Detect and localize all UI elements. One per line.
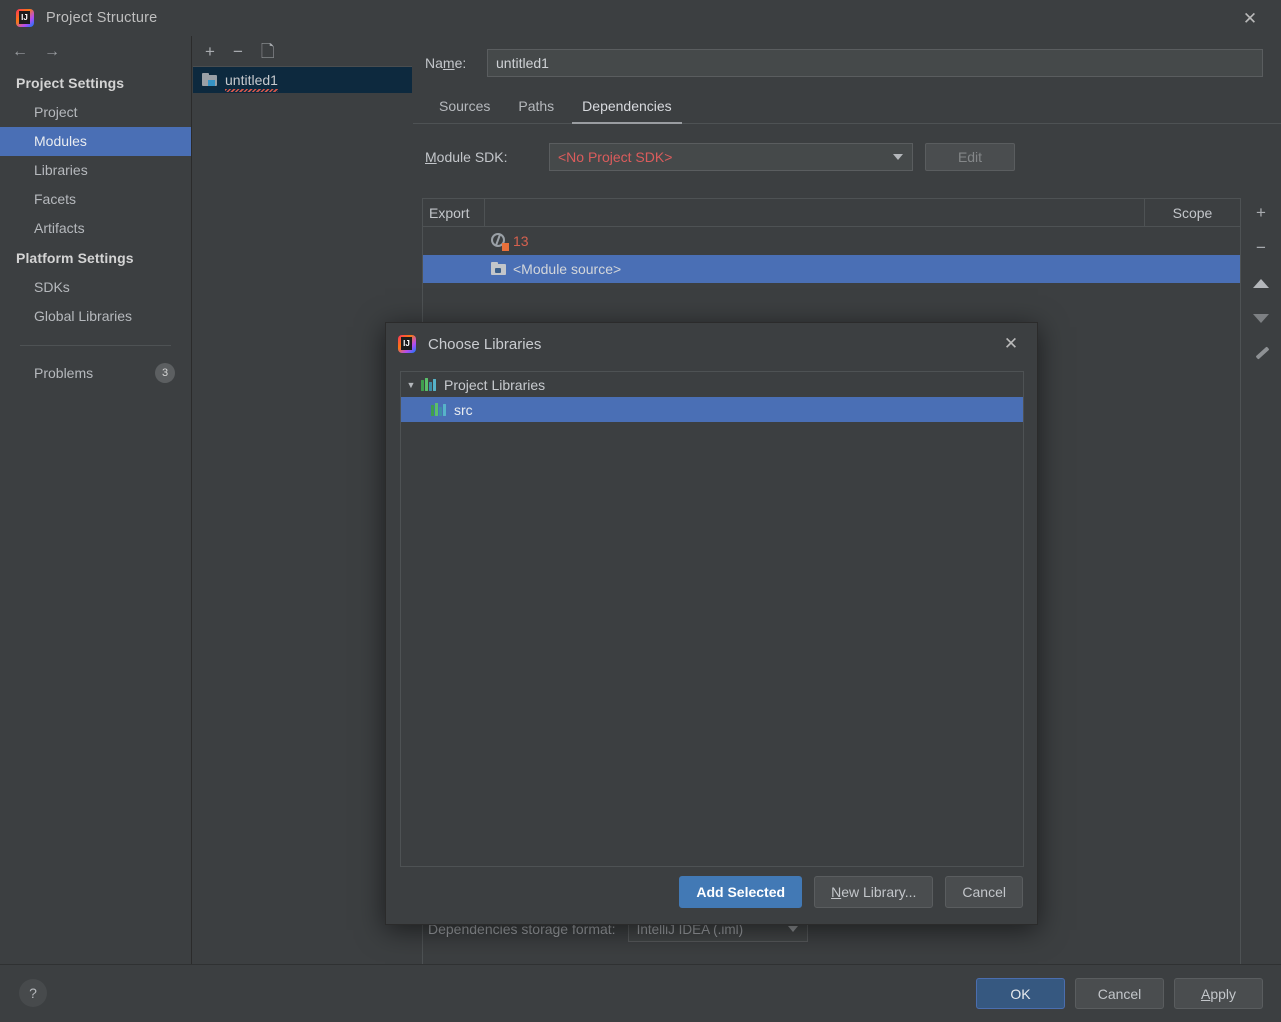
window-title: Project Structure [46,10,158,26]
dependencies-side-toolbar: + − [1241,198,1281,968]
module-list-toolbar: + − 🗋 [193,36,412,66]
sidebar-item-problems[interactable]: Problems 3 [0,358,191,388]
dialog-cancel-button[interactable]: Cancel [945,876,1023,908]
module-source-icon [485,262,513,276]
sdk-globe-warning-icon [485,233,513,251]
plus-icon[interactable]: + [1248,202,1274,224]
table-row[interactable]: <Module source> [423,255,1240,283]
new-library-button[interactable]: New Library... [814,876,934,908]
copy-icon[interactable]: 🗋 [261,43,275,60]
cancel-button[interactable]: Cancel [1075,978,1164,1009]
sidebar-item-project[interactable]: Project [0,98,191,127]
arrow-up-icon[interactable] [1248,272,1274,294]
library-icon [431,403,447,416]
tree-node-label: src [454,401,473,418]
project-structure-window: Project Structure ✕ ← → Project Settings… [0,0,1281,1022]
chevron-down-icon[interactable]: ▼ [401,380,421,390]
row-name: <Module source> [513,261,622,277]
arrow-right-icon[interactable]: → [44,44,60,60]
chevron-down-icon [893,154,903,160]
sidebar-item-sdks[interactable]: SDKs [0,273,191,302]
arrow-down-icon[interactable] [1248,307,1274,329]
column-header-export[interactable]: Export [423,199,485,226]
sidebar-item-global-libraries[interactable]: Global Libraries [0,302,191,331]
dialog-title-bar: Choose Libraries ✕ [386,323,1037,365]
minus-icon[interactable]: − [1248,237,1274,259]
window-title-bar: Project Structure ✕ [0,0,1281,36]
chevron-down-icon [787,926,798,932]
tab-sources[interactable]: Sources [425,91,504,123]
sidebar-nav-buttons: ← → [0,36,191,68]
sidebar-item-modules[interactable]: Modules [0,127,191,156]
module-name-input[interactable] [487,49,1263,77]
library-tree: ▼ Project Libraries src [400,371,1024,867]
module-tabs: Sources Paths Dependencies [413,91,1281,124]
sidebar-group-platform-settings: Platform Settings [16,250,134,266]
sidebar-divider [20,345,171,346]
tab-paths[interactable]: Paths [504,91,568,123]
remove-module-button[interactable]: − [233,43,243,60]
edit-sdk-button[interactable]: Edit [925,143,1015,171]
sidebar-item-libraries[interactable]: Libraries [0,156,191,185]
tab-dependencies[interactable]: Dependencies [568,91,686,124]
sidebar-item-artifacts[interactable]: Artifacts [0,214,191,243]
apply-button[interactable]: Apply [1174,978,1263,1009]
close-icon[interactable]: ✕ [1237,6,1263,30]
sidebar-group-project-settings: Project Settings [16,75,125,91]
module-list: untitled1 [193,66,412,93]
module-sdk-value: <No Project SDK> [558,149,673,165]
column-header-scope[interactable]: Scope [1145,199,1240,226]
add-selected-button[interactable]: Add Selected [679,876,803,908]
table-row[interactable]: 13 [423,227,1240,255]
settings-sidebar: ← → Project Settings Project Modules Lib… [0,36,192,964]
dialog-buttons: Add Selected New Library... Cancel [679,876,1023,908]
column-header-name[interactable] [485,199,1145,226]
intellij-logo-icon [16,9,34,27]
sidebar-item-facets[interactable]: Facets [0,185,191,214]
row-name: 13 [513,233,529,249]
library-icon [421,378,437,391]
help-button[interactable]: ? [19,979,47,1007]
dependencies-table-header: Export Scope [423,199,1240,227]
module-name: untitled1 [225,72,278,92]
close-icon[interactable]: ✕ [999,332,1023,356]
tree-node-project-libraries[interactable]: ▼ Project Libraries [401,372,1023,397]
add-module-button[interactable]: + [205,43,215,60]
intellij-logo-icon [398,335,416,353]
pencil-icon[interactable] [1248,342,1274,364]
ok-button[interactable]: OK [976,978,1065,1009]
module-list-panel: + − 🗋 untitled1 [193,36,412,964]
problems-count-badge: 3 [155,363,175,383]
tree-node-label: Project Libraries [444,376,546,393]
arrow-left-icon[interactable]: ← [12,44,28,60]
tree-node-src[interactable]: src [401,397,1023,422]
module-sdk-dropdown[interactable]: <No Project SDK> [549,143,913,171]
module-sdk-row: Module SDK: <No Project SDK> Edit [413,124,1281,171]
module-sdk-label: Module SDK: [425,149,508,165]
problems-label: Problems [34,365,94,381]
module-folder-icon [202,73,218,87]
footer-buttons: OK Cancel Apply [976,978,1263,1009]
dialog-title: Choose Libraries [428,335,542,353]
module-name-row: Name: [413,36,1281,77]
choose-libraries-dialog: Choose Libraries ✕ ▼ Project Libraries [385,322,1038,925]
module-name-label: Name: [425,55,467,71]
module-list-item[interactable]: untitled1 [193,67,412,93]
